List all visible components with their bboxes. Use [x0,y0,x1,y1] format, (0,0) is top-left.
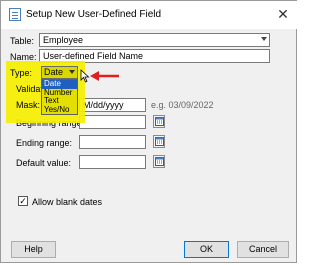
dialog-app-icon [9,8,21,21]
default-value-label: Default value: [16,158,72,168]
type-label: Type: [10,68,33,78]
table-select[interactable]: Employee [39,33,270,47]
ok-button[interactable]: OK [184,241,229,258]
close-icon[interactable]: ✕ [273,5,293,23]
table-select-value: Employee [43,35,84,45]
beginning-range-input[interactable] [79,115,146,129]
chevron-down-icon [69,70,75,74]
type-select[interactable]: Date [41,66,78,79]
check-icon: ✓ [19,196,27,206]
mask-input-value: M/dd/yyyy [83,100,124,110]
default-value-input[interactable] [79,155,146,169]
title-bar: Setup New User-Defined Field ✕ [1,1,298,29]
mouse-cursor-icon [80,69,90,83]
calendar-icon[interactable] [153,115,165,128]
cancel-button[interactable]: Cancel [237,241,289,258]
ending-range-input[interactable] [79,135,146,149]
ending-range-label: Ending range: [16,138,73,148]
allow-blank-checkbox[interactable]: ✓ [18,196,28,206]
name-input-value: User-defined Field Name [43,51,144,61]
setup-field-dialog: Setup New User-Defined Field ✕ Table: Em… [0,0,298,263]
mask-input[interactable]: M/dd/yyyy [79,98,146,112]
allow-blank-label: Allow blank dates [32,197,103,207]
type-option-yes-no[interactable]: Yes/No [42,105,77,115]
mask-example: e.g. 03/09/2022 [151,100,214,110]
calendar-icon[interactable] [153,155,165,168]
type-select-value: Date [44,67,64,77]
help-button[interactable]: Help [11,241,56,258]
type-dropdown-list: Date Number Text Yes/No [41,79,78,115]
red-arrow-icon [90,71,119,81]
table-label: Table: [10,36,35,46]
calendar-icon[interactable] [153,135,165,148]
chevron-down-icon [261,37,267,41]
mask-label: Mask: [16,100,41,110]
dialog-title: Setup New User-Defined Field [26,9,162,20]
